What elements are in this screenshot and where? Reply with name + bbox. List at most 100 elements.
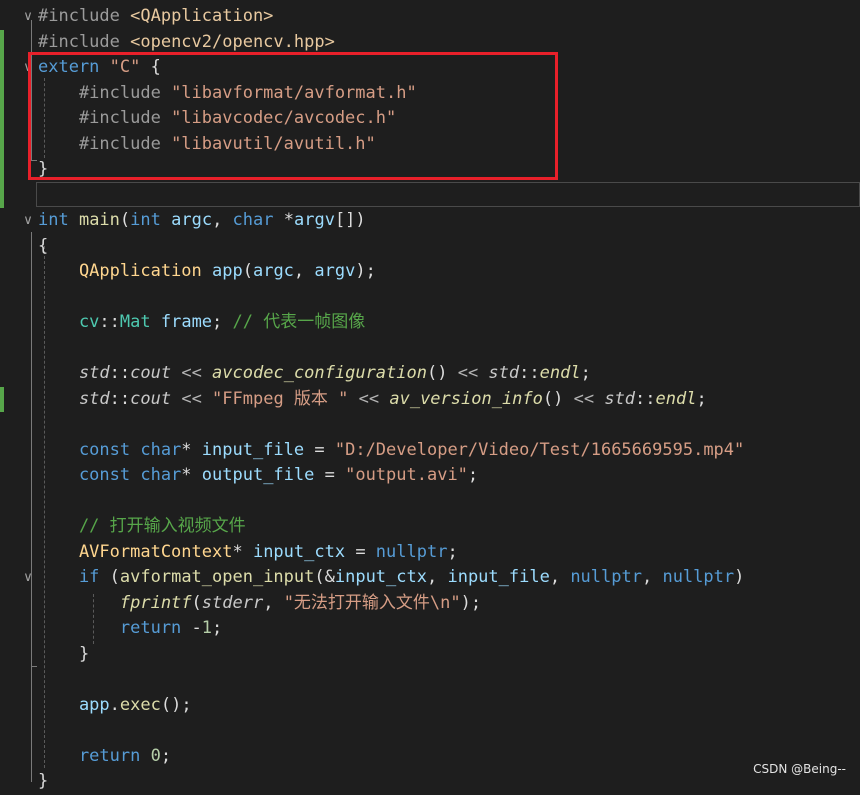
code-token: :: [109, 363, 131, 383]
code-token: () [542, 388, 574, 409]
code-token: const char [38, 439, 182, 460]
code-text: app.exec(); [38, 693, 192, 719]
code-token: * [232, 541, 253, 562]
code-line[interactable]: fprintf(stderr, "无法打开输入文件\n"); [0, 591, 860, 617]
code-line[interactable]: AVFormatContext* input_ctx = nullptr; [0, 540, 860, 566]
code-line[interactable]: const char* input_file = "D:/Developer/V… [0, 438, 860, 464]
code-line[interactable] [0, 412, 860, 438]
code-token: avformat_open_input [119, 567, 315, 587]
change-indicator [0, 386, 4, 412]
code-line[interactable]: return 0; [0, 744, 860, 770]
code-token: app [38, 694, 110, 715]
code-line[interactable]: ∨ if (avformat_open_input(&input_ctx, in… [0, 565, 860, 591]
fold-chevron-icon[interactable]: ∨ [20, 55, 36, 81]
code-text: if (avformat_open_input(&input_ctx, inpu… [38, 565, 744, 591]
code-line[interactable] [0, 285, 860, 311]
code-line[interactable]: { [0, 234, 860, 260]
code-token: #include [38, 31, 131, 52]
code-text: } [38, 642, 89, 668]
code-text: #include <QApplication> [38, 4, 273, 30]
code-token: ( [119, 210, 131, 230]
code-token: , [426, 567, 448, 587]
code-token: :: [519, 363, 540, 383]
code-line[interactable]: ∨ int main(int argc, char *argv[]) [0, 208, 860, 234]
change-indicator [0, 29, 4, 55]
code-token: = [324, 465, 346, 485]
code-token: nullptr [570, 567, 642, 587]
fold-chevron-icon[interactable]: ∨ [20, 565, 36, 591]
code-line[interactable]: cv::Mat frame; // 代表一帧图像 [0, 310, 860, 336]
code-token: , [549, 567, 571, 587]
change-indicator [0, 80, 4, 106]
code-token: "FFmpeg 版本 " [212, 388, 359, 409]
code-text: return 0; [38, 744, 171, 770]
code-token: std [488, 363, 520, 383]
code-token: = [314, 439, 335, 460]
code-line[interactable]: ∨ #include <QApplication> [0, 4, 860, 30]
code-token: = [355, 541, 376, 562]
code-token: (& [314, 567, 335, 587]
code-line[interactable]: #include "libavformat/avformat.h" [0, 80, 860, 106]
code-text: QApplication app(argc, argv); [38, 259, 376, 285]
code-line[interactable] [0, 718, 860, 744]
code-token: char [232, 210, 284, 230]
code-token: << [457, 363, 489, 383]
code-token: // 打开输入视频文件 [38, 516, 246, 536]
code-text: const char* input_file = "D:/Developer/V… [38, 438, 744, 464]
code-token: "libavcodec/avcodec.h" [171, 108, 397, 128]
code-line[interactable]: std::cout << "FFmpeg 版本 " << av_version_… [0, 386, 860, 412]
code-text: #include "libavutil/avutil.h" [38, 132, 376, 158]
code-token: Mat [119, 312, 161, 332]
code-token: (); [160, 694, 192, 715]
code-line[interactable] [0, 336, 860, 362]
code-token: fprintf [38, 592, 192, 613]
code-token: } [38, 643, 90, 664]
code-line[interactable]: // 打开输入视频文件 [0, 514, 860, 540]
code-token: stderr [201, 592, 264, 613]
code-line[interactable]: #include "libavutil/avutil.h" [0, 131, 860, 158]
code-text: fprintf(stderr, "无法打开输入文件\n"); [38, 591, 481, 617]
code-text: const char* output_file = "output.avi"; [38, 463, 478, 489]
fold-chevron-icon[interactable]: ∨ [20, 4, 36, 30]
code-line[interactable]: #include "libavcodec/avcodec.h" [0, 106, 860, 132]
code-line[interactable]: #include <opencv2/opencv.hpp> [0, 29, 860, 55]
code-token: } [38, 159, 49, 179]
code-text: AVFormatContext* input_ctx = nullptr; [38, 540, 458, 566]
code-token: ; [212, 618, 223, 638]
watermark: CSDN @Being-- [753, 762, 846, 776]
code-line[interactable]: std::cout << avcodec_configuration() << … [0, 361, 860, 387]
code-line[interactable] [0, 489, 860, 515]
code-token: , [293, 261, 315, 281]
code-line[interactable]: QApplication app(argc, argv); [0, 259, 860, 285]
code-token: output_file [201, 465, 325, 485]
code-line[interactable]: } [0, 769, 860, 795]
code-token: ; [580, 363, 591, 383]
code-token: cout [130, 388, 182, 409]
change-indicator [0, 157, 4, 183]
code-token: QApplication [38, 261, 212, 281]
fold-chevron-icon[interactable]: ∨ [20, 208, 36, 234]
code-line[interactable] [0, 667, 860, 693]
code-line[interactable]: const char* output_file = "output.avi"; [0, 463, 860, 489]
code-token: * [181, 465, 202, 485]
code-token: argv [314, 261, 356, 281]
code-text: } [38, 769, 48, 795]
code-token: "output.avi" [345, 465, 468, 485]
code-line[interactable]: } [0, 642, 860, 668]
change-indicator [0, 131, 4, 157]
code-line[interactable]: return -1; [0, 616, 860, 642]
code-line[interactable]: app.exec(); [0, 693, 860, 719]
code-token: <opencv2/opencv.hpp> [130, 31, 335, 52]
code-token: "libavformat/avformat.h" [171, 82, 417, 103]
code-token: 0 [150, 745, 161, 766]
code-line[interactable]: ∨ extern "C" { [0, 55, 860, 81]
code-line[interactable]: } [0, 157, 860, 183]
code-token: << [181, 388, 213, 409]
code-token: "无法打开输入文件\n" [283, 592, 461, 613]
code-token: :: [99, 312, 120, 332]
code-token: argc [171, 210, 213, 230]
code-line[interactable] [0, 182, 860, 208]
code-token: <QApplication> [130, 6, 274, 26]
code-token: input_ctx [334, 567, 427, 587]
code-editor[interactable]: ∨ #include <QApplication> #include <opencv… [0, 0, 860, 791]
